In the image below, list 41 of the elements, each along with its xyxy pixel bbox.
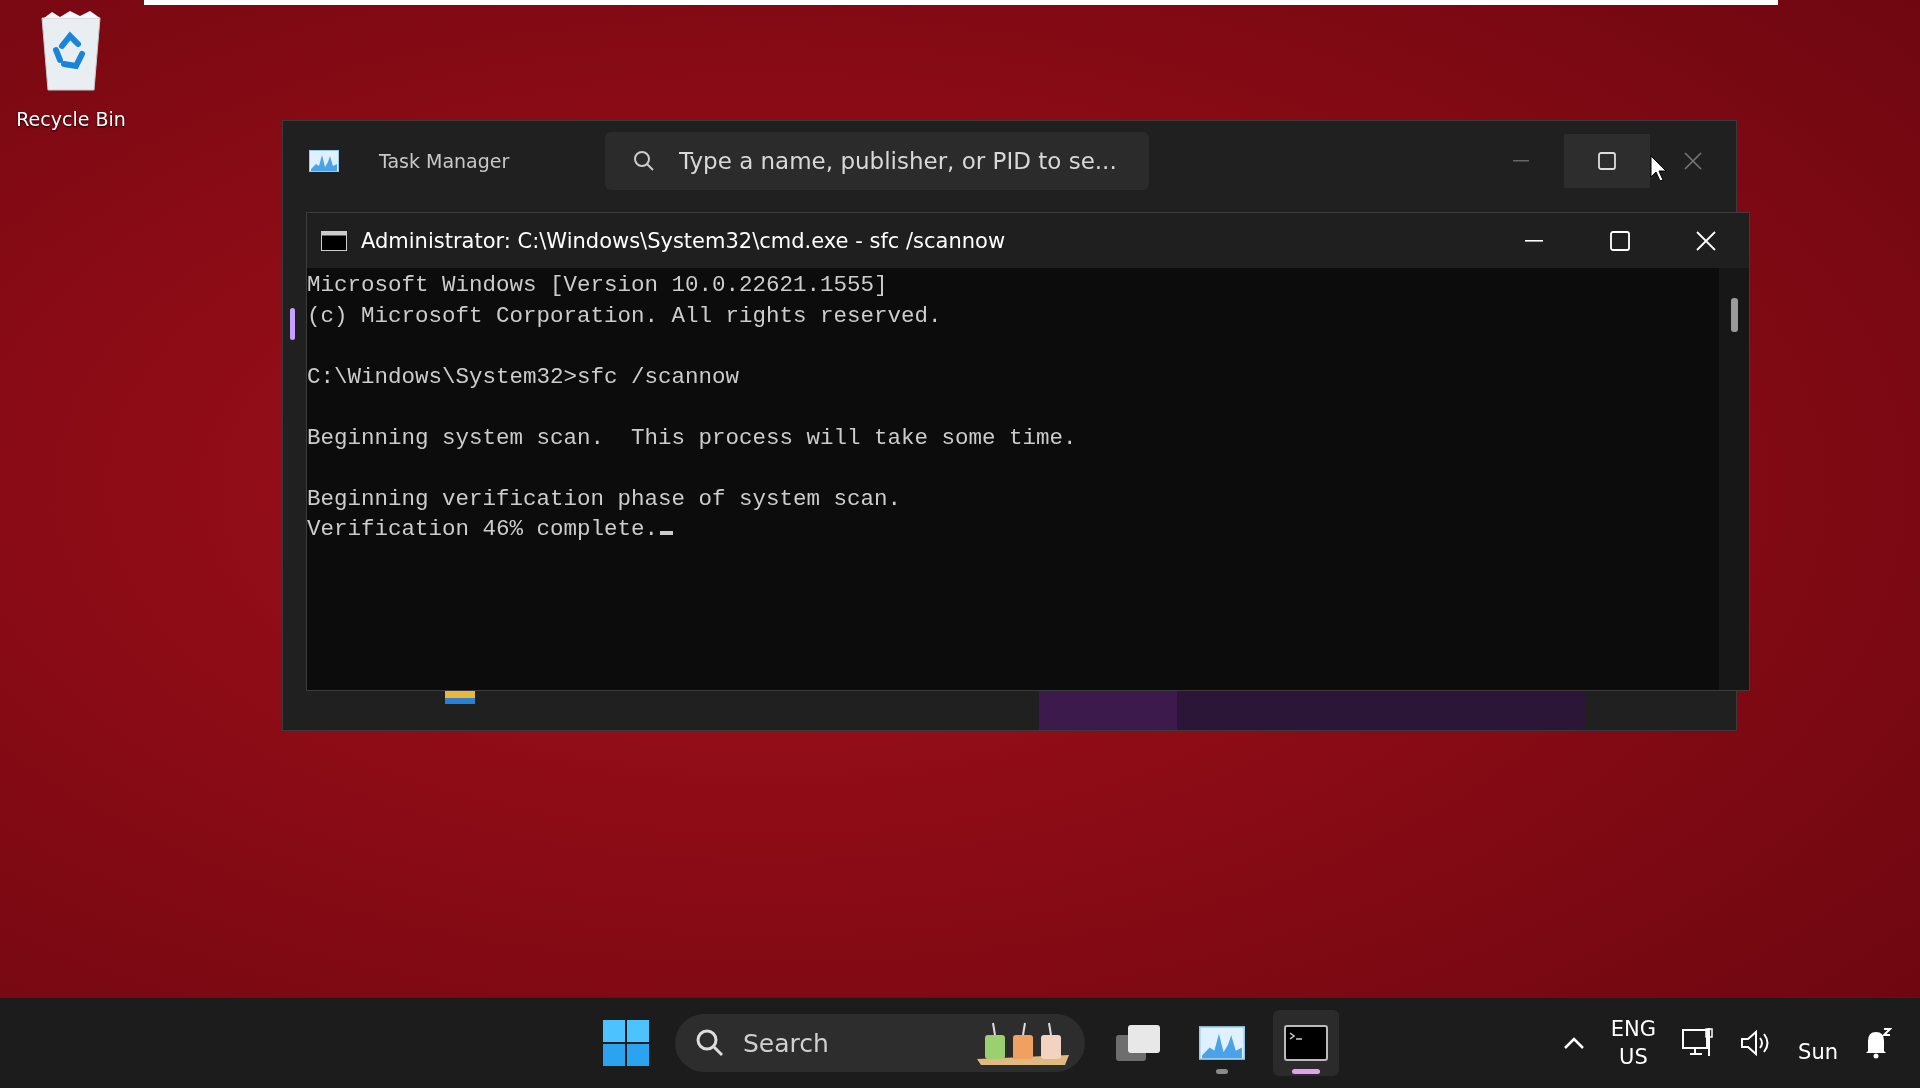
minimize-icon	[1513, 160, 1529, 162]
language-indicator[interactable]: ENG US	[1610, 1015, 1657, 1071]
maximize-button[interactable]	[1564, 134, 1650, 188]
recycle-bin-icon[interactable]	[38, 10, 104, 92]
language-text: US	[1619, 1044, 1648, 1071]
bell-snooze-icon[interactable]	[1864, 1027, 1892, 1059]
console-icon	[321, 230, 347, 251]
search-input[interactable]: Search	[741, 1027, 959, 1059]
console-line: Verification 46% complete.	[307, 514, 674, 545]
windows-icon	[1114, 1023, 1162, 1063]
scrollbar[interactable]	[1719, 268, 1749, 690]
console-line: Beginning system scan. This process will take some time.	[307, 423, 1077, 453]
terminal-icon	[1284, 1025, 1328, 1061]
search-field[interactable]: Type a name, publisher, or PID to se...	[605, 132, 1149, 190]
console-line: C:\Windows\System32>sfc /scannow	[307, 362, 740, 392]
console-line: (c) Microsoft Corporation. All rights reserved.	[307, 301, 942, 331]
close-icon	[1684, 152, 1702, 170]
chart-icon	[1199, 1026, 1245, 1060]
console-line: Microsoft Windows [Version 10.0.22621.1555]	[307, 271, 888, 300]
mouse-pointer-icon	[1650, 155, 1668, 183]
window-title: Administrator: C:\Windows\System32\cmd.exe - sfc /scannow	[361, 228, 1006, 253]
clock-day[interactable]: Sun	[1798, 1040, 1838, 1064]
language-text: ENG	[1610, 1016, 1657, 1043]
chart-icon	[309, 150, 339, 172]
taskbar-app[interactable]	[1273, 1010, 1339, 1076]
close-icon	[1696, 230, 1716, 251]
window-title: Task Manager	[379, 150, 511, 172]
search-input[interactable]: Type a name, publisher, or PID to se...	[677, 147, 1129, 175]
console-line: Beginning verification phase of system scan.	[307, 484, 902, 514]
start-button[interactable]	[603, 1020, 649, 1066]
search-icon	[695, 1028, 725, 1058]
monitor-icon[interactable]	[1682, 1027, 1715, 1059]
maximize-icon	[1598, 152, 1616, 170]
icon-label: Recycle Bin	[16, 108, 126, 130]
search-icon	[633, 150, 655, 172]
maximize-icon	[1610, 230, 1630, 251]
focus-marker	[290, 308, 295, 340]
chevron-up-icon[interactable]	[1562, 1036, 1585, 1050]
minimize-icon	[1525, 239, 1543, 242]
drinks-icon	[975, 1021, 1071, 1065]
search-field[interactable]: Search	[675, 1014, 1085, 1072]
